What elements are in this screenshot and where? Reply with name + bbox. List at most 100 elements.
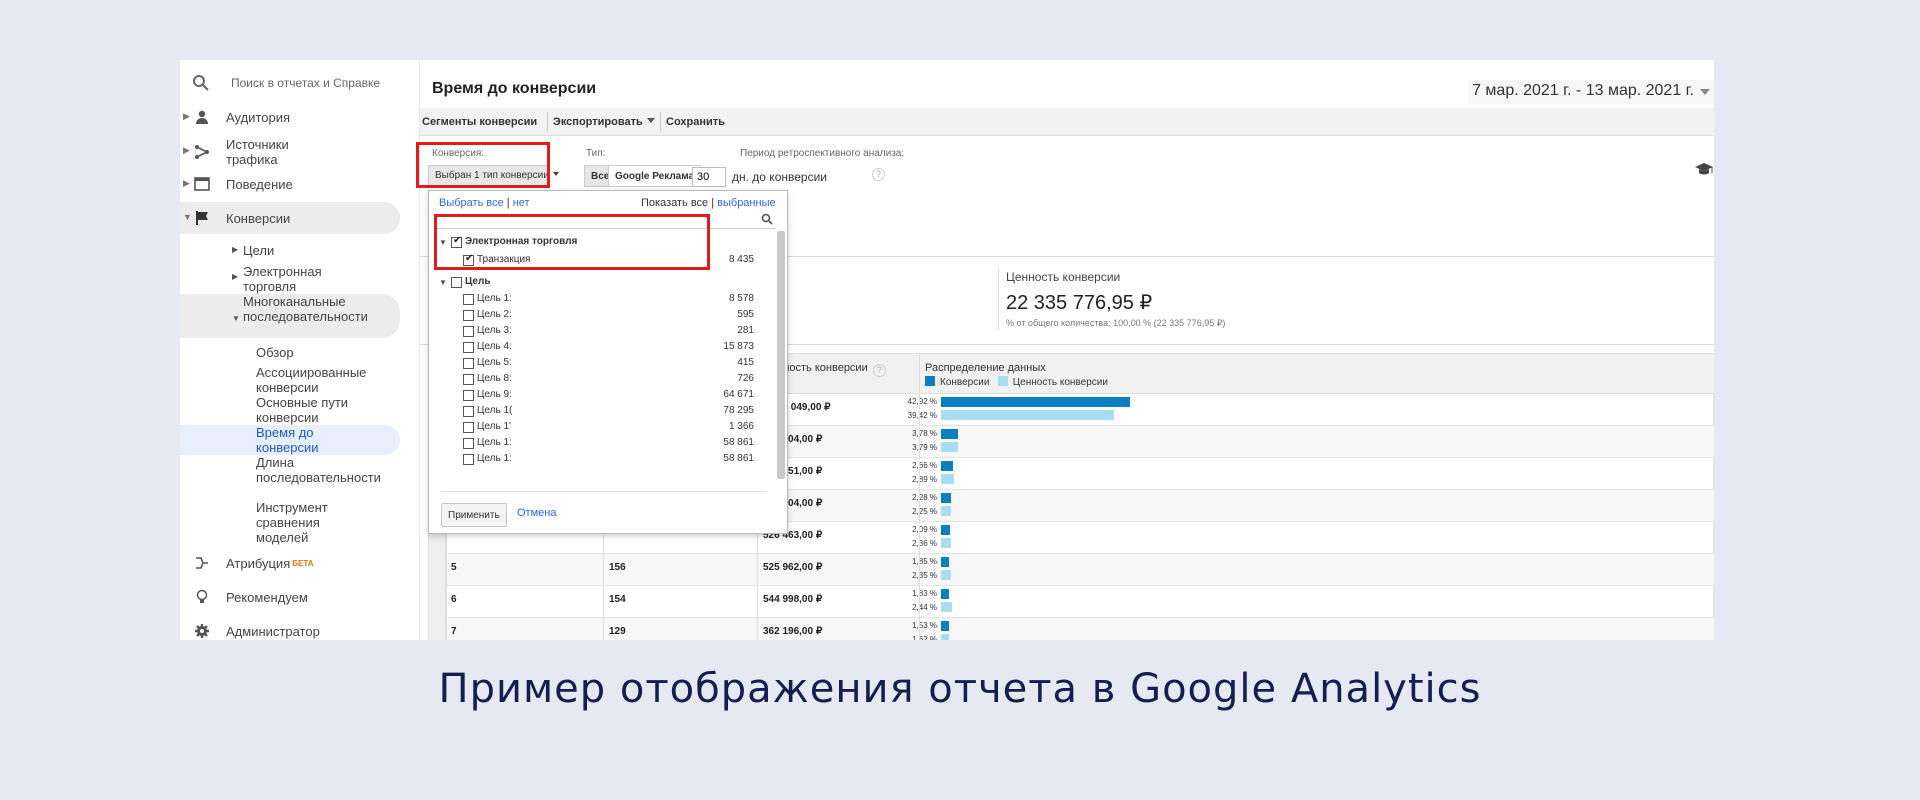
bar-value bbox=[941, 634, 949, 640]
search-bar[interactable]: Поиск в отчетах и Справке bbox=[180, 60, 420, 108]
item-checkbox[interactable] bbox=[463, 342, 474, 353]
lookback-days-input[interactable] bbox=[692, 167, 726, 187]
item-checkbox[interactable] bbox=[463, 358, 474, 369]
date-range-picker[interactable]: 7 мар. 2021 г. - 13 мар. 2021 г. bbox=[1468, 80, 1714, 104]
percent-conversions: 1,83 % bbox=[912, 589, 937, 598]
cell-value: 544 998,00 ₽ bbox=[763, 594, 823, 605]
item-count: 78 295 bbox=[723, 405, 754, 416]
beta-badge: БЕТА bbox=[292, 559, 314, 568]
page-title: Время до конверсии bbox=[432, 80, 597, 97]
item-label: Цель 3: bbox=[477, 325, 512, 336]
scrollbar-thumb[interactable] bbox=[777, 231, 785, 479]
percent-value: 2,36 % bbox=[912, 539, 937, 548]
item-checkbox[interactable] bbox=[463, 326, 474, 337]
show-selected-link[interactable]: выбранные bbox=[717, 197, 775, 209]
help-icon[interactable]: ? bbox=[872, 168, 885, 181]
dropdown-show-links: Показать все | выбранные bbox=[641, 197, 776, 209]
sidebar-link-path-length[interactable]: Длина последовательности bbox=[256, 455, 381, 485]
sidebar-link-assisted[interactable]: Ассоциированные конверсии bbox=[256, 365, 371, 395]
save-button[interactable]: Сохранить bbox=[666, 116, 725, 128]
item-label: Цель 1: bbox=[477, 293, 512, 304]
percent-value: 3,79 % bbox=[912, 443, 937, 452]
item-checkbox[interactable] bbox=[463, 454, 474, 465]
sidebar-subitem-multichannel[interactable]: Многоканальные последовательности bbox=[243, 294, 368, 324]
caret-down-icon bbox=[552, 172, 559, 179]
row-cell-blank bbox=[429, 618, 446, 640]
item-checkbox[interactable] bbox=[463, 294, 474, 305]
sidebar-link-top-paths[interactable]: Основные пути конверсии bbox=[256, 395, 366, 425]
segments-button[interactable]: Сегменты конверсии bbox=[422, 116, 537, 128]
group-checkbox[interactable] bbox=[451, 277, 462, 288]
chevron-right-icon: ▶ bbox=[183, 111, 190, 121]
type-google-ads-button[interactable]: Google Реклама bbox=[608, 165, 702, 187]
sidebar-link-overview[interactable]: Обзор bbox=[256, 345, 294, 360]
legend-swatch-value bbox=[997, 376, 1008, 386]
item-checkbox[interactable] bbox=[463, 406, 474, 417]
percent-value: 2,89 % bbox=[912, 475, 937, 484]
item-checkbox[interactable] bbox=[463, 390, 474, 401]
chevron-right-icon: ▶ bbox=[183, 178, 190, 188]
item-count: 726 bbox=[737, 373, 754, 384]
cell-conversions: 154 bbox=[609, 594, 626, 605]
item-count: 1 366 bbox=[728, 421, 754, 432]
item-count: 415 bbox=[737, 357, 754, 368]
table-row[interactable]: 5 156 525 962,00 ₽ 1,85 % 2,35 % bbox=[429, 554, 1714, 586]
cell-value: 525 962,00 ₽ bbox=[763, 562, 823, 573]
bar-conversions bbox=[941, 493, 952, 503]
chevron-right-icon: ▶ bbox=[232, 245, 239, 254]
group-label: Цель bbox=[465, 276, 491, 287]
cell-days: 6 bbox=[451, 594, 457, 605]
search-input[interactable]: Поиск в отчетах и Справке bbox=[231, 76, 380, 90]
sidebar-subitem-goals[interactable]: Цели bbox=[243, 243, 274, 258]
item-checkbox[interactable] bbox=[463, 438, 474, 449]
bar-value bbox=[941, 570, 952, 580]
item-count: 8 578 bbox=[728, 293, 754, 304]
toolbar-divider bbox=[660, 112, 661, 132]
export-button[interactable]: Экспортировать bbox=[553, 116, 655, 128]
item-label: Цель 2: bbox=[477, 309, 512, 320]
bar-value bbox=[941, 474, 954, 484]
item-checkbox[interactable] bbox=[463, 310, 474, 321]
table-row[interactable]: 7 129 362 196,00 ₽ 1,53 % 1,62 % bbox=[429, 618, 1714, 640]
cell-days: 5 bbox=[451, 562, 457, 573]
bar-conversions bbox=[941, 461, 953, 471]
item-count: 281 bbox=[737, 325, 754, 336]
cell-conversions: 156 bbox=[609, 562, 626, 573]
fork-icon bbox=[195, 145, 209, 159]
highlight-box-conversion-select bbox=[416, 142, 550, 188]
item-checkbox[interactable] bbox=[463, 374, 474, 385]
percent-conversions: 2,28 % bbox=[912, 493, 937, 502]
graduation-cap-icon[interactable] bbox=[1694, 162, 1714, 176]
select-all-link[interactable]: Выбрать все bbox=[439, 197, 504, 209]
date-range-label: 7 мар. 2021 г. - 13 мар. 2021 г. bbox=[1472, 82, 1694, 99]
chart-legend: Конверсии Ценность конверсии bbox=[925, 376, 1108, 388]
sidebar-link-model-comparison[interactable]: Инструмент сравнения моделей bbox=[256, 500, 356, 545]
sidebar-subitem-ecommerce[interactable]: Электронная торговля bbox=[243, 264, 343, 294]
item-checkbox[interactable] bbox=[463, 422, 474, 433]
column-divider bbox=[919, 354, 920, 640]
percent-value: 2,35 % bbox=[912, 571, 937, 580]
search-icon bbox=[193, 75, 209, 91]
chevron-down-icon[interactable]: ▼ bbox=[439, 278, 447, 287]
help-icon[interactable]: ? bbox=[872, 364, 886, 377]
cancel-link[interactable]: Отмена bbox=[517, 507, 556, 519]
percent-value: 2,25 % bbox=[912, 507, 937, 516]
select-none-link[interactable]: нет bbox=[513, 197, 530, 209]
bar-conversions bbox=[941, 525, 951, 535]
bar-value bbox=[941, 538, 952, 548]
sidebar-item-label: Источники трафика bbox=[226, 137, 289, 167]
lookback-unit: дн. до конверсии bbox=[732, 170, 827, 184]
window-icon bbox=[194, 177, 210, 191]
sidebar-link-time-lag[interactable]: Время до конверсии bbox=[256, 425, 346, 455]
main-panel: Время до конверсии 7 мар. 2021 г. - 13 м… bbox=[416, 60, 1714, 640]
item-label: Цель 1' bbox=[477, 421, 511, 432]
item-count: 58 861 bbox=[723, 453, 754, 464]
apply-button[interactable]: Применить bbox=[441, 503, 507, 527]
bar-value bbox=[941, 442, 958, 452]
show-all-link[interactable]: Показать все bbox=[641, 197, 708, 209]
table-row[interactable]: 6 154 544 998,00 ₽ 1,83 % 2,44 % bbox=[429, 586, 1714, 618]
item-label: Цель 1( bbox=[477, 405, 513, 416]
summary-value: 22 335 776,95 ₽ bbox=[1006, 292, 1153, 314]
cell-days: 7 bbox=[451, 626, 457, 637]
dropdown-scrollbar[interactable] bbox=[777, 231, 785, 479]
